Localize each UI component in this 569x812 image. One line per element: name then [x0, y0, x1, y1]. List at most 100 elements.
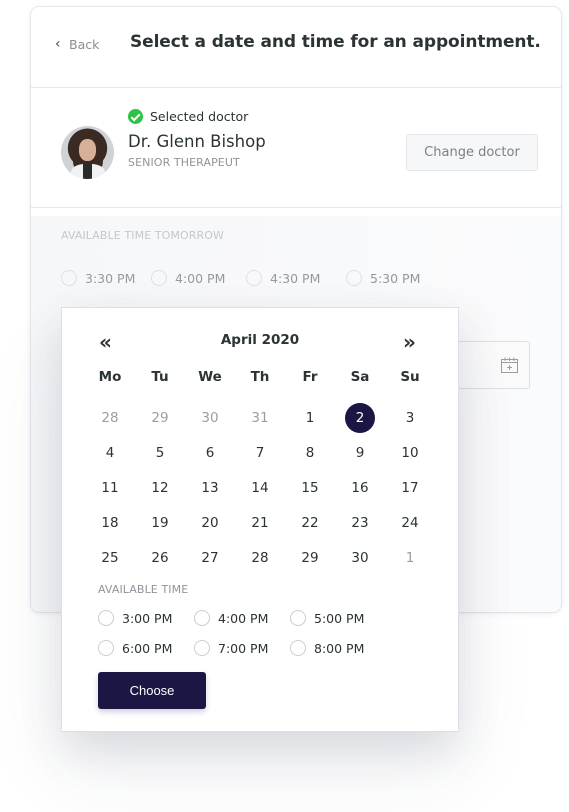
calendar-day-number: 29	[151, 409, 169, 426]
change-doctor-button[interactable]: Change doctor	[406, 134, 538, 171]
radio-circle[interactable]	[346, 270, 362, 286]
calendar-day-number: 13	[201, 479, 219, 496]
calendar-day-number: 5	[155, 444, 165, 461]
time-option-radio[interactable]: 6:00 PM	[98, 640, 172, 656]
calendar-day-number: 29	[301, 550, 319, 567]
calendar-day[interactable]: 3	[385, 400, 435, 435]
month-title: April 2020	[220, 332, 300, 348]
weekday-label: We	[198, 369, 222, 385]
check-circle-icon	[128, 109, 143, 124]
time-option-label: 4:30 PM	[270, 270, 321, 286]
calendar-day[interactable]: 28	[85, 400, 135, 435]
calendar-day-number: 22	[301, 515, 319, 532]
chevron-left-icon: ‹	[55, 36, 61, 52]
radio-circle[interactable]	[290, 610, 306, 626]
calendar-day[interactable]: 27	[185, 541, 235, 576]
calendar-plus-icon[interactable]	[501, 357, 518, 373]
calendar-day-number: 19	[151, 515, 169, 532]
calendar-day[interactable]: 6	[185, 435, 235, 470]
time-option-radio[interactable]: 7:00 PM	[194, 640, 268, 656]
calendar-day[interactable]: 30	[185, 400, 235, 435]
calendar-day[interactable]: 16	[335, 470, 385, 505]
card-header: ‹ Back Select a date and time for an app…	[31, 7, 561, 88]
calendar-day[interactable]: 29	[135, 400, 185, 435]
calendar-day[interactable]: 17	[385, 470, 435, 505]
calendar-day-number: 27	[201, 550, 219, 567]
weekday-label: Sa	[350, 369, 370, 385]
calendar-day[interactable]: 4	[85, 435, 135, 470]
calendar-day[interactable]: 29	[285, 541, 335, 576]
calendar-day-number: 18	[101, 515, 119, 532]
calendar-day-number: 1	[405, 550, 415, 567]
selected-doctor-label: Selected doctor	[150, 109, 249, 124]
radio-circle[interactable]	[151, 270, 167, 286]
calendar-day[interactable]: 31	[235, 400, 285, 435]
time-option-radio[interactable]: 4:00 PM	[151, 270, 225, 286]
calendar-day[interactable]: 25	[85, 541, 135, 576]
calendar-day[interactable]: 28	[235, 541, 285, 576]
page-title: Select a date and time for an appointmen…	[130, 32, 541, 52]
calendar-day[interactable]: 30	[335, 541, 385, 576]
time-option-radio[interactable]: 3:30 PM	[61, 270, 135, 286]
calendar-day-number: 28	[251, 550, 269, 567]
time-option-radio[interactable]: 3:00 PM	[98, 610, 172, 626]
calendar-day[interactable]: 20	[185, 506, 235, 541]
radio-circle[interactable]	[290, 640, 306, 656]
calendar-day[interactable]: 18	[85, 506, 135, 541]
calendar-day[interactable]: 5	[135, 435, 185, 470]
calendar-day-number: 4	[105, 444, 115, 461]
radio-circle[interactable]	[61, 270, 77, 286]
time-option-label: 4:00 PM	[175, 270, 226, 286]
calendar-day[interactable]: 19	[135, 506, 185, 541]
weekday-label: Su	[400, 369, 420, 385]
calendar-day[interactable]: 8	[285, 435, 335, 470]
radio-circle[interactable]	[194, 610, 210, 626]
back-button[interactable]: ‹ Back	[55, 36, 99, 52]
calendar-day[interactable]: 1	[385, 541, 435, 576]
calendar-day-number: 3	[405, 409, 415, 426]
calendar-day[interactable]: 7	[235, 435, 285, 470]
calendar-day[interactable]: 9	[335, 435, 385, 470]
weekday-label: Th	[250, 369, 270, 385]
radio-circle[interactable]	[98, 610, 114, 626]
radio-circle[interactable]	[246, 270, 262, 286]
calendar-day-number: 21	[251, 515, 269, 532]
calendar-day-number: 30	[351, 550, 369, 567]
calendar-day-number: 30	[201, 409, 219, 426]
time-option-label: 8:00 PM	[314, 640, 365, 656]
calendar-day-number: 25	[101, 550, 119, 567]
time-option-radio[interactable]: 5:00 PM	[290, 610, 364, 626]
calendar-day[interactable]: 21	[235, 506, 285, 541]
time-option-label: 3:30 PM	[85, 270, 136, 286]
calendar-day[interactable]: 13	[185, 470, 235, 505]
calendar-day[interactable]: 14	[235, 470, 285, 505]
time-option-radio[interactable]: 8:00 PM	[290, 640, 364, 656]
back-label: Back	[69, 36, 100, 52]
calendar-day[interactable]: 10	[385, 435, 435, 470]
next-month-button[interactable]: »	[403, 330, 416, 354]
radio-circle[interactable]	[194, 640, 210, 656]
calendar-day[interactable]: 22	[285, 506, 335, 541]
calendar-day[interactable]: 1	[285, 400, 335, 435]
calendar-day[interactable]: 15	[285, 470, 335, 505]
calendar-day[interactable]: 26	[135, 541, 185, 576]
time-option-radio[interactable]: 4:30 PM	[246, 270, 320, 286]
available-time-label: AVAILABLE TIME	[98, 583, 189, 596]
doctor-avatar	[61, 126, 114, 179]
available-time-tomorrow-label: AVAILABLE TIME TOMORROW	[61, 229, 224, 242]
calendar-day[interactable]: 11	[85, 470, 135, 505]
calendar-day-number: 2	[345, 402, 375, 433]
calendar-day[interactable]: 12	[135, 470, 185, 505]
calendar-day[interactable]: 23	[335, 506, 385, 541]
radio-circle[interactable]	[98, 640, 114, 656]
time-option-label: 5:30 PM	[370, 270, 421, 286]
time-option-radio[interactable]: 5:30 PM	[346, 270, 420, 286]
date-input[interactable]	[455, 341, 530, 389]
time-option-radio[interactable]: 4:00 PM	[194, 610, 268, 626]
calendar-day-selected[interactable]: 2	[335, 400, 385, 435]
calendar-day-number: 14	[251, 479, 269, 496]
choose-button[interactable]: Choose	[98, 672, 206, 709]
selected-doctor-status: Selected doctor	[128, 109, 248, 124]
calendar-day-number: 1	[305, 409, 315, 426]
calendar-day[interactable]: 24	[385, 506, 435, 541]
